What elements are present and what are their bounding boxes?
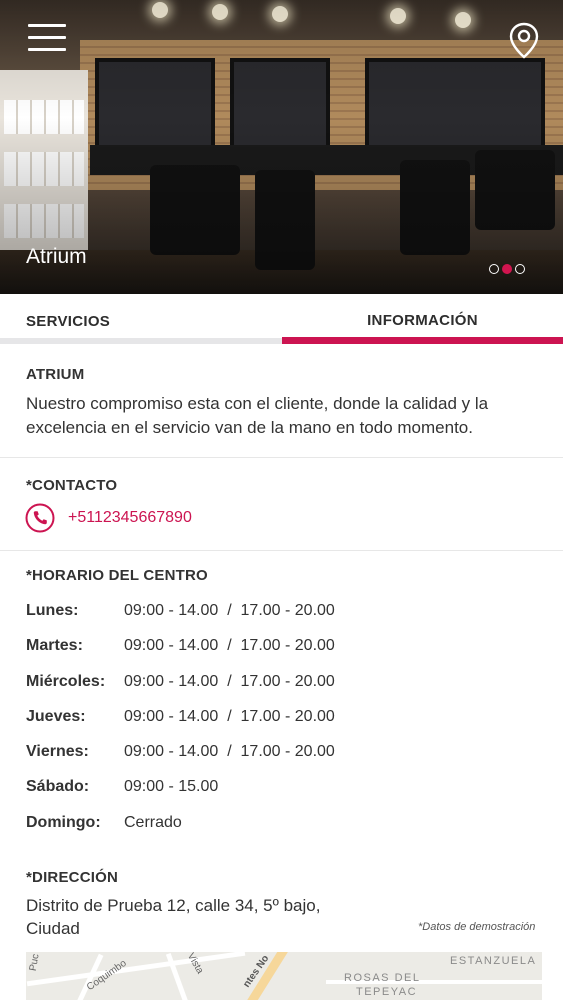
map-label: Puc <box>27 953 42 972</box>
tab-servicios[interactable]: SERVICIOS <box>0 294 282 346</box>
schedule-row: Sábado: 09:00 - 15.00 <box>26 778 546 800</box>
hamburger-menu-icon <box>28 36 66 39</box>
map-pin-icon <box>509 22 539 59</box>
tab-servicios-label: SERVICIOS <box>26 313 111 330</box>
schedule-day: Miércoles: <box>26 673 106 690</box>
demo-data-note: *Datos de demostración <box>418 921 536 933</box>
schedule-day: Sábado: <box>26 778 90 795</box>
schedule-hours: 09:00 - 14.00 / 17.00 - 20.00 <box>124 708 335 725</box>
about-title: ATRIUM <box>26 366 85 383</box>
schedule-day: Viernes: <box>26 743 89 760</box>
schedule-day: Jueves: <box>26 708 86 725</box>
address-title: *DIRECCIÓN <box>26 869 119 886</box>
about-description: Nuestro compromiso esta con el cliente, … <box>26 394 489 437</box>
divider <box>0 457 563 458</box>
schedule-hours: 09:00 - 14.00 / 17.00 - 20.00 <box>124 602 335 619</box>
schedule-title: *HORARIO DEL CENTRO <box>26 567 208 584</box>
phone-number-link[interactable]: +5112345667890 <box>68 509 192 527</box>
map-area-label: ROSAS DEL <box>344 972 421 984</box>
phone-button[interactable] <box>25 503 55 533</box>
divider <box>0 550 563 551</box>
schedule-day: Lunes: <box>26 602 79 619</box>
carousel-dot-active[interactable] <box>502 264 512 274</box>
hamburger-menu-icon <box>28 48 66 51</box>
schedule-day: Martes: <box>26 637 83 654</box>
schedule-row: Lunes: 09:00 - 14.00 / 17.00 - 20.00 <box>26 602 546 624</box>
map-area-label: ESTANZUELA <box>450 955 537 967</box>
schedule-day: Domingo: <box>26 814 101 831</box>
schedule-row: Martes: 09:00 - 14.00 / 17.00 - 20.00 <box>26 637 546 659</box>
tab-bar: SERVICIOS INFORMACIÓN <box>0 294 563 346</box>
carousel-dot[interactable] <box>515 264 525 274</box>
map-area-label: TEPEYAC <box>356 986 418 998</box>
hero-title: Atrium <box>26 245 87 268</box>
schedule-row: Viernes: 09:00 - 14.00 / 17.00 - 20.00 <box>26 743 546 765</box>
menu-button[interactable] <box>28 24 68 52</box>
location-button[interactable] <box>508 22 540 60</box>
carousel-indicator[interactable] <box>489 264 525 276</box>
schedule-row: Miércoles: 09:00 - 14.00 / 17.00 - 20.00 <box>26 673 546 695</box>
address-line-1: Distrito de Prueba 12, calle 34, 5º bajo… <box>26 896 321 915</box>
address-line-2: Ciudad <box>26 919 80 938</box>
tab-informacion-label: INFORMACIÓN <box>367 312 478 329</box>
schedule-row: Jueves: 09:00 - 14.00 / 17.00 - 20.00 <box>26 708 546 730</box>
tab-servicios-indicator <box>0 338 282 344</box>
schedule-hours: 09:00 - 15.00 <box>124 778 219 795</box>
schedule-row: Domingo: Cerrado <box>26 814 546 836</box>
tab-informacion-indicator <box>282 337 563 344</box>
hamburger-menu-icon <box>28 24 66 27</box>
tab-informacion[interactable]: INFORMACIÓN <box>282 294 563 346</box>
schedule-hours: 09:00 - 14.00 / 17.00 - 20.00 <box>124 743 335 760</box>
map-road <box>26 952 246 987</box>
contact-title: *CONTACTO <box>26 477 118 494</box>
schedule-hours: 09:00 - 14.00 / 17.00 - 20.00 <box>124 637 335 654</box>
carousel-dot[interactable] <box>489 264 499 274</box>
schedule-hours: Cerrado <box>124 814 182 831</box>
phone-icon <box>25 503 55 533</box>
schedule-hours: 09:00 - 14.00 / 17.00 - 20.00 <box>124 673 335 690</box>
location-map[interactable]: Puc Coquimbo Vista ntes No ESTANZUELA RO… <box>26 952 542 1000</box>
